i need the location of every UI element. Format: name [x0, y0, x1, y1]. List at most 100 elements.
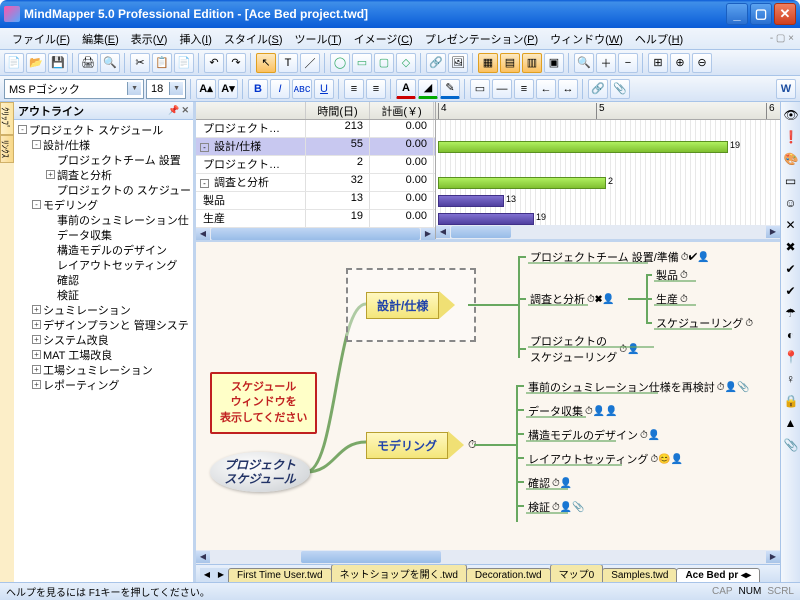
doc-tab[interactable]: ネットショップを開く.twd	[331, 564, 467, 582]
tree-node[interactable]: +工場シュミレーション	[16, 362, 191, 377]
view-gantt[interactable]: ▥	[522, 53, 542, 73]
preview-button[interactable]: 🔍	[100, 53, 120, 73]
tree-expand-icon[interactable]: -	[32, 140, 41, 149]
menu-item[interactable]: ツール(T)	[289, 32, 348, 48]
marker-icon[interactable]: 👁	[784, 108, 798, 122]
marker-icon[interactable]: ▲	[784, 416, 798, 430]
tree-expand-icon[interactable]: +	[32, 335, 41, 344]
text-tool[interactable]: T	[278, 53, 298, 73]
shape-diamond[interactable]: ◇	[396, 53, 416, 73]
underline-button[interactable]: U	[314, 79, 334, 99]
marker-icon[interactable]: ☂	[784, 306, 798, 320]
line-style[interactable]: ―	[492, 79, 512, 99]
font-color[interactable]: A	[396, 79, 416, 99]
menu-item[interactable]: ヘルプ(H)	[629, 32, 689, 48]
gantt-timescale[interactable]: 456	[436, 102, 780, 120]
gantt-bar[interactable]	[438, 177, 606, 189]
grow-font[interactable]: A▴	[196, 79, 216, 99]
tree-node[interactable]: 検証	[16, 287, 191, 302]
marker-icon[interactable]: ✔	[784, 262, 798, 276]
tab-scroll-left[interactable]: ◀	[200, 568, 214, 582]
menu-item[interactable]: ファイル(F)	[6, 32, 76, 48]
undo-button[interactable]: ↶	[204, 53, 224, 73]
tree-node[interactable]: +シュミレーション	[16, 302, 191, 317]
link-button[interactable]: 🔗	[426, 53, 446, 73]
marker-icon[interactable]: ☺	[784, 196, 798, 210]
tree-node[interactable]: -モデリング	[16, 197, 191, 212]
node-modeling[interactable]: モデリング ⏱	[366, 432, 477, 458]
strike-button[interactable]: ᴀʙᴄ	[292, 79, 312, 99]
line-color[interactable]: ✎	[440, 79, 460, 99]
doc-tab[interactable]: Decoration.twd	[466, 568, 551, 582]
menu-item[interactable]: ウィンドウ(W)	[544, 32, 629, 48]
tree-node[interactable]: プロジェクトチーム 設置	[16, 152, 191, 167]
gantt-bar[interactable]	[438, 141, 728, 153]
menu-item[interactable]: 表示(V)	[125, 32, 174, 48]
marker-icon[interactable]: ♀	[784, 372, 798, 386]
shape-oval[interactable]: ◯	[330, 53, 350, 73]
mdi-child-controls[interactable]: - ▢ ×	[770, 33, 794, 44]
border-style[interactable]: ▭	[470, 79, 490, 99]
doc-tab[interactable]: Ace Bed pr ◂▸	[676, 568, 760, 582]
tree-expand-icon[interactable]: -	[32, 200, 41, 209]
zoom-out[interactable]: −	[618, 53, 638, 73]
cut-button[interactable]: ✂	[130, 53, 150, 73]
tree-node[interactable]: プロジェクトの スケジュー	[16, 182, 191, 197]
marker-icon[interactable]: ❗	[784, 130, 798, 144]
arrow-style[interactable]: ←	[536, 79, 556, 99]
marker-icon[interactable]: 📍	[784, 350, 798, 364]
line-tool[interactable]: ／	[300, 53, 320, 73]
tree-node[interactable]: -プロジェクト スケジュール	[16, 122, 191, 137]
zoom-in[interactable]: ＋	[596, 53, 616, 73]
doc-tab[interactable]: Samples.twd	[602, 568, 677, 582]
gantt-col-name[interactable]	[196, 102, 306, 119]
menu-item[interactable]: 挿入(I)	[173, 32, 217, 48]
attachment[interactable]: 📎	[610, 79, 630, 99]
marker-icon[interactable]: 🎨	[784, 152, 798, 166]
shrink-font[interactable]: A▾	[218, 79, 238, 99]
zoom-fit[interactable]: 🔍	[574, 53, 594, 73]
tree-expand-icon[interactable]: +	[32, 320, 41, 329]
gantt-right-hscroll[interactable]: ◀▶	[436, 225, 780, 239]
copy-button[interactable]: 📋	[152, 53, 172, 73]
close-button[interactable]: ✕	[774, 3, 796, 25]
collapse-button[interactable]: ⊖	[692, 53, 712, 73]
tree-node[interactable]: レイアウトセッティング	[16, 257, 191, 272]
redo-button[interactable]: ↷	[226, 53, 246, 73]
italic-button[interactable]: I	[270, 79, 290, 99]
select-tool[interactable]: ↖	[256, 53, 276, 73]
gantt-row[interactable]: - 設計/仕様550.00	[196, 138, 435, 156]
tree-expand-icon[interactable]: +	[32, 305, 41, 314]
gantt-bar[interactable]	[438, 213, 534, 225]
tree-node[interactable]: +MAT 工場改良	[16, 347, 191, 362]
tree-expand-icon[interactable]: +	[32, 365, 41, 374]
tree-node[interactable]: +調査と分析	[16, 167, 191, 182]
line-width[interactable]: ≡	[514, 79, 534, 99]
menu-item[interactable]: プレゼンテーション(P)	[419, 32, 544, 48]
tree-expand-icon[interactable]: +	[32, 350, 41, 359]
align-left[interactable]: ≡	[344, 79, 364, 99]
gantt-row[interactable]: 生産190.00	[196, 210, 435, 228]
mindmap-canvas[interactable]: 設計/仕様 モデリング ⏱ プロジェクトスケジュール スケジュールウィンドウを表…	[196, 242, 780, 564]
tree-node[interactable]: データ収集	[16, 227, 191, 242]
canvas-hscroll[interactable]: ◀▶	[196, 550, 780, 564]
view-map[interactable]: ▦	[478, 53, 498, 73]
menu-item[interactable]: スタイル(S)	[218, 32, 289, 48]
expand-button[interactable]: ⊕	[670, 53, 690, 73]
marker-icon[interactable]: ✕	[784, 218, 798, 232]
layout-button[interactable]: ⊞	[648, 53, 668, 73]
marker-icon[interactable]: 📎	[784, 438, 798, 452]
outline-tree[interactable]: -プロジェクト スケジュール-設計/仕様プロジェクトチーム 設置+調査と分析プロ…	[14, 120, 193, 582]
tree-node[interactable]: +デザインプランと 管理システ	[16, 317, 191, 332]
pane-pin-icon[interactable]: 📌	[168, 105, 179, 116]
save-button[interactable]: 💾	[48, 53, 68, 73]
gantt-row[interactable]: 製品130.00	[196, 192, 435, 210]
vtab-links[interactable]: ﾘﾝｸｽ	[0, 135, 14, 163]
tree-expand-icon[interactable]: +	[46, 170, 55, 179]
gantt-bar[interactable]	[438, 195, 504, 207]
menu-item[interactable]: イメージ(C)	[348, 32, 419, 48]
marker-icon[interactable]: 🔒	[784, 394, 798, 408]
open-button[interactable]: 📂	[26, 53, 46, 73]
bold-button[interactable]: B	[248, 79, 268, 99]
image-button[interactable]: 🖼	[448, 53, 468, 73]
